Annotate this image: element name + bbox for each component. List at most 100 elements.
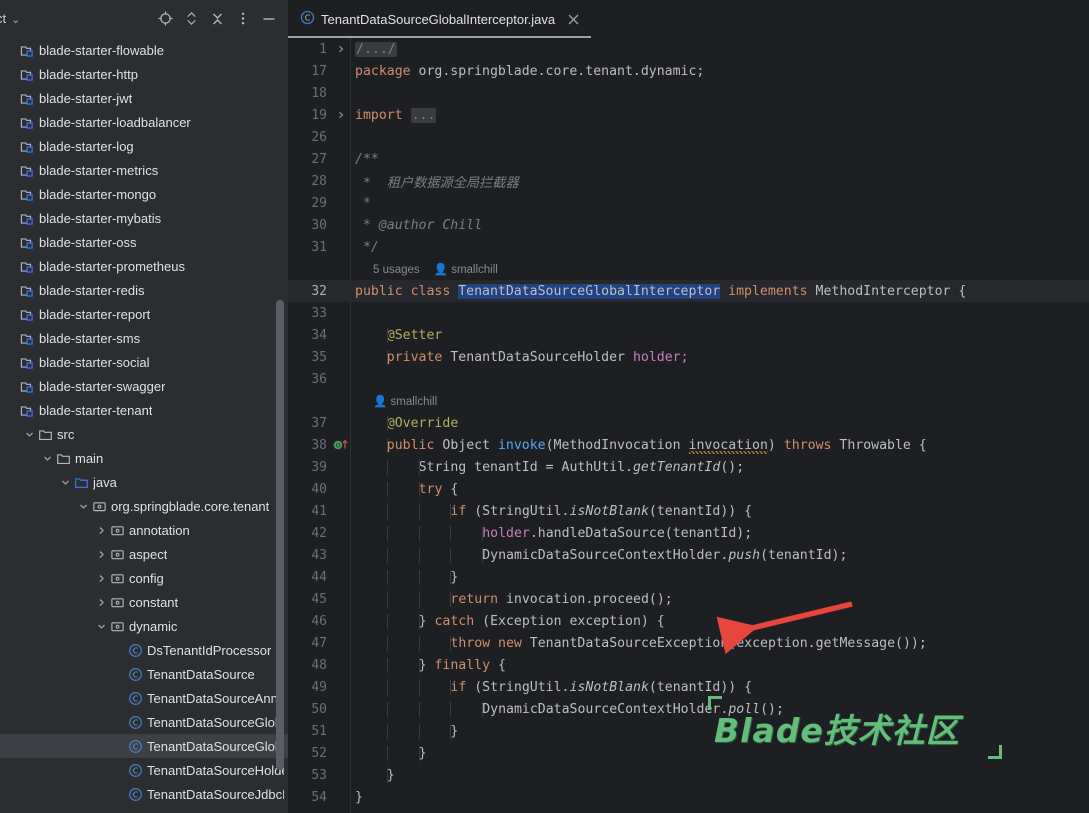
code-line: 47 throw new TenantDataSourceException(ex… [288, 632, 1089, 654]
tree-item-tenantdatasourcegloba[interactable]: C TenantDataSourceGloba [0, 710, 288, 734]
line-number: 39 [311, 459, 327, 475]
class-icon: C [126, 739, 144, 754]
chevron-right-icon[interactable] [94, 550, 108, 559]
tree-item-constant[interactable]: constant [0, 590, 288, 614]
chevron-down-icon[interactable] [58, 478, 72, 487]
tree-item-src[interactable]: src [0, 422, 288, 446]
tree-item-org-springblade-core-tenant[interactable]: org.springblade.core.tenant [0, 494, 288, 518]
chevron-right-icon[interactable] [94, 574, 108, 583]
chevron-down-icon[interactable] [94, 622, 108, 631]
tree-item-blade-starter-tenant[interactable]: blade-starter-tenant [0, 398, 288, 422]
tree-item-label: TenantDataSourceHolde [147, 762, 284, 778]
tree-item-tenantdatasourceanno[interactable]: C TenantDataSourceAnno [0, 686, 288, 710]
more-options-icon[interactable] [230, 6, 256, 32]
code-editor[interactable]: 1 /.../ 17 package org.springblade.core.ten… [288, 38, 1089, 813]
tree-item-blade-starter-loadbalancer[interactable]: blade-starter-loadbalancer [0, 110, 288, 134]
code-text: DynamicDataSourceContextHolder.push(tena… [350, 547, 1089, 563]
tree-item-tenantdatasourceholde[interactable]: C TenantDataSourceHolde [0, 758, 288, 782]
expand-collapse-icon[interactable] [178, 6, 204, 32]
code-text: } finally { [350, 657, 1089, 673]
tree-item-label: src [57, 426, 75, 442]
usages-hint[interactable]: 5 usages [373, 264, 420, 276]
tree-item-blade-starter-prometheus[interactable]: blade-starter-prometheus [0, 254, 288, 278]
module-icon [18, 115, 36, 130]
fold-expand-icon[interactable] [332, 45, 350, 53]
tree-item-main[interactable]: main [0, 446, 288, 470]
tree-item-label: blade-starter-http [39, 66, 138, 82]
project-panel-title[interactable]: ct ⌄ [0, 11, 152, 26]
line-number: 41 [311, 503, 327, 519]
code-line: 18 [288, 82, 1089, 104]
tree-item-label: dynamic [129, 618, 178, 634]
tree-item-aspect[interactable]: aspect [0, 542, 288, 566]
tree-item-annotation[interactable]: annotation [0, 518, 288, 542]
module-icon [18, 307, 36, 322]
code-line: 45 return invocation.proceed(); [288, 588, 1089, 610]
tree-item-tenantdatasourcejdbcf[interactable]: C TenantDataSourceJdbcF [0, 782, 288, 806]
fold-expand-icon[interactable] [332, 111, 350, 119]
tree-item-blade-starter-oss[interactable]: blade-starter-oss [0, 230, 288, 254]
package-icon [108, 523, 126, 538]
implementing-method-gutter-icon[interactable]: O [332, 438, 350, 452]
tree-item-label: blade-starter-social [39, 354, 150, 370]
tree-item-label: DsTenantIdProcessor [147, 642, 272, 658]
tree-item-blade-starter-sms[interactable]: blade-starter-sms [0, 326, 288, 350]
tree-item-blade-starter-jwt[interactable]: blade-starter-jwt [0, 86, 288, 110]
module-icon [18, 91, 36, 106]
tree-item-label: blade-starter-flowable [39, 42, 165, 58]
select-opened-file-icon[interactable] [152, 6, 178, 32]
tree-item-label: blade-starter-tenant [39, 402, 153, 418]
close-icon[interactable] [565, 11, 581, 27]
chevron-down-icon[interactable] [40, 454, 54, 463]
tree-item-blade-starter-flowable[interactable]: blade-starter-flowable [0, 38, 288, 62]
line-number: 27 [311, 151, 327, 167]
tree-item-label: blade-starter-log [39, 138, 134, 154]
chevron-down-icon[interactable] [76, 502, 90, 511]
class-icon: C [126, 763, 144, 778]
tree-item-blade-starter-log[interactable]: blade-starter-log [0, 134, 288, 158]
hide-panel-icon[interactable] [256, 6, 282, 32]
code-line: 48} finally { [288, 654, 1089, 676]
code-text: @Setter [386, 327, 443, 343]
svg-text:C: C [132, 670, 137, 679]
code-line: 30 * @author Chill [288, 214, 1089, 236]
collapse-all-icon[interactable] [204, 6, 230, 32]
module-icon [18, 235, 36, 250]
inlay-hint-row: 5 usages 👤 smallchill [288, 258, 1089, 280]
line-number: 52 [311, 745, 327, 761]
tree-item-blade-starter-http[interactable]: blade-starter-http [0, 62, 288, 86]
tree-item-tenantdatasourcegloba[interactable]: C TenantDataSourceGloba [0, 734, 288, 758]
package-icon [108, 595, 126, 610]
line-number: 35 [311, 349, 327, 365]
tree-item-blade-starter-mybatis[interactable]: blade-starter-mybatis [0, 206, 288, 230]
code-line: 38 Opublic Object invoke(MethodInvocation… [288, 434, 1089, 456]
tree-item-blade-starter-swagger[interactable]: blade-starter-swagger [0, 374, 288, 398]
line-number: 38 [311, 437, 327, 453]
chevron-down-icon[interactable] [22, 430, 36, 439]
tree-item-label: blade-starter-jwt [39, 90, 133, 106]
tree-item-label: blade-starter-sms [39, 330, 141, 346]
tree-item-blade-starter-report[interactable]: blade-starter-report [0, 302, 288, 326]
tree-item-dstenantidprocessor[interactable]: C DsTenantIdProcessor [0, 638, 288, 662]
author-hint[interactable]: 👤 smallchill [434, 264, 498, 276]
tree-item-config[interactable]: config [0, 566, 288, 590]
tree-item-java[interactable]: java [0, 470, 288, 494]
tree-item-blade-starter-redis[interactable]: blade-starter-redis [0, 278, 288, 302]
chevron-right-icon[interactable] [94, 526, 108, 535]
module-icon [18, 187, 36, 202]
tree-item-blade-starter-mongo[interactable]: blade-starter-mongo [0, 182, 288, 206]
tree-item-blade-starter-social[interactable]: blade-starter-social [0, 350, 288, 374]
tree-item-label: blade-starter-redis [39, 282, 145, 298]
sidebar-scrollbar-thumb[interactable] [276, 300, 284, 770]
project-tree[interactable]: blade-starter-flowable blade-starter-http… [0, 38, 288, 813]
author-hint[interactable]: 👤 smallchill [373, 396, 437, 408]
tree-item-label: org.springblade.core.tenant [111, 498, 270, 514]
tab-tenantdatasourceglobalinterceptor[interactable]: C TenantDataSourceGlobalInterceptor.java [288, 0, 592, 38]
tree-item-dynamic[interactable]: dynamic [0, 614, 288, 638]
code-text: /** [355, 151, 379, 167]
chevron-right-icon[interactable] [94, 598, 108, 607]
class-icon: C [126, 667, 144, 682]
line-number: 28 [311, 173, 327, 189]
tree-item-blade-starter-metrics[interactable]: blade-starter-metrics [0, 158, 288, 182]
tree-item-tenantdatasource[interactable]: C TenantDataSource [0, 662, 288, 686]
